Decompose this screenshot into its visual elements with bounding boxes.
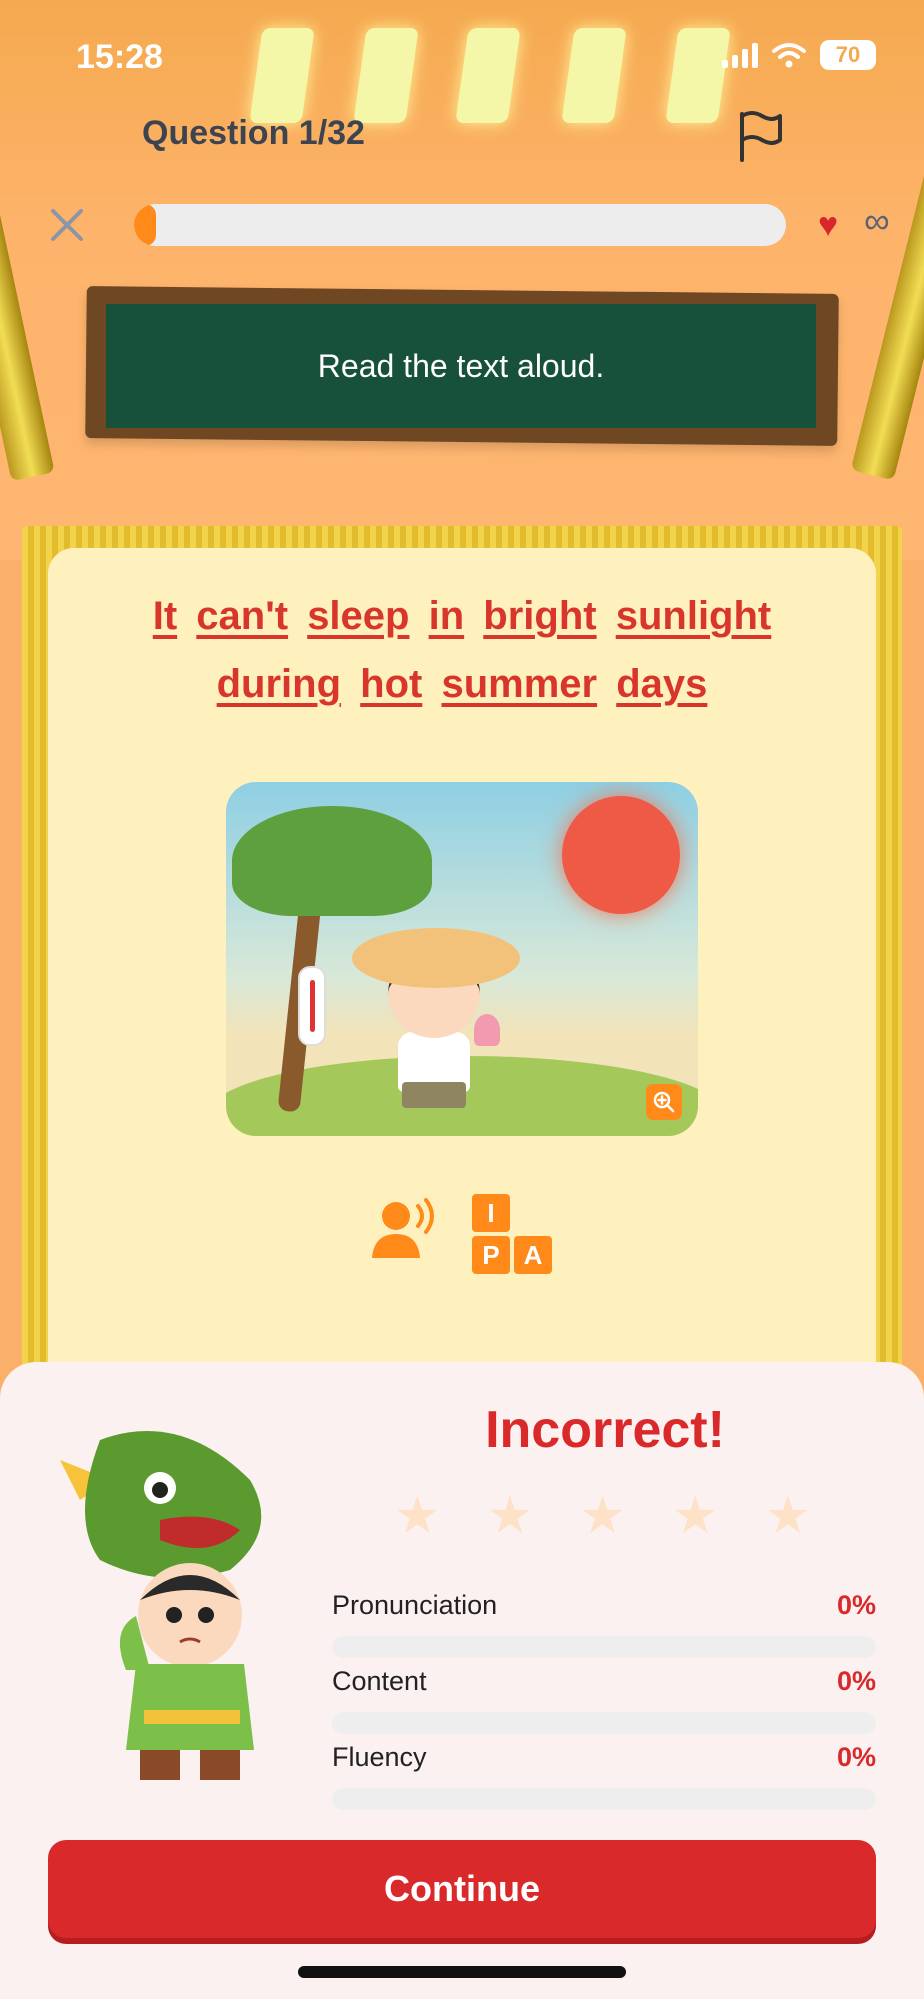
star-icon: ★ [486,1487,534,1545]
boy-shorts-illustration [402,1082,466,1108]
ice-cream-illustration [474,1014,500,1046]
metric-label: Content [332,1666,427,1696]
metric-value: 0% [836,1666,876,1696]
metric-bar [332,1712,876,1734]
dragon-mascot [60,1431,262,1780]
sentence-word[interactable]: sleep [307,594,409,638]
ipa-block: I [472,1194,510,1232]
metric-label: Pronunciation [332,1590,498,1620]
metric-label: Fluency [332,1742,427,1772]
progress-bar [134,204,786,246]
sentence-word[interactable]: during [217,662,341,706]
sentence-word[interactable]: sunlight [616,594,772,638]
straw-hat-illustration [352,928,520,988]
battery-indicator: 70 [820,40,876,70]
sentence-word[interactable]: bright [483,594,596,638]
palm-leaves-illustration [232,806,432,916]
ipa-block: P [472,1236,510,1274]
sentence-word[interactable]: summer [441,662,597,706]
star-rating: ★ ★ ★ ★ ★ [394,1490,811,1542]
wifi-icon [772,43,806,68]
zoom-button[interactable] [646,1084,682,1120]
lives-count: ∞ [864,200,890,241]
status-icons: 70 [722,40,876,70]
sentence-text: It can't sleep in bright sunlight during… [80,582,844,718]
metric-bar [332,1636,876,1658]
heart-icon: ♥ [818,206,839,244]
speaker-icon[interactable] [370,1196,438,1262]
question-counter: Question 1/32 [142,114,365,152]
sentence-word[interactable]: days [616,662,707,706]
sentence-word[interactable]: It [153,594,177,638]
metric-bar [332,1788,876,1810]
status-time: 15:28 [76,38,163,76]
continue-label: Continue [384,1868,540,1909]
signal-icon [722,42,758,68]
zoom-icon [653,1091,675,1113]
instruction-text: Read the text aloud. [317,347,605,384]
ipa-block: A [514,1236,552,1274]
metric-value: 0% [836,1742,876,1772]
flag-icon[interactable] [736,110,784,162]
ipa-icon[interactable]: I P A [470,1194,558,1274]
sun-illustration [562,796,680,914]
sentence-word[interactable]: hot [360,662,422,706]
question-illustration[interactable] [226,782,698,1136]
star-icon: ★ [579,1487,626,1545]
star-icon: ★ [394,1487,441,1545]
instruction-board: Read the text aloud. [106,304,816,428]
close-icon[interactable] [48,206,86,244]
star-icon: ★ [671,1487,719,1545]
home-indicator [298,1966,626,1978]
sentence-word[interactable]: in [429,594,465,638]
sentence-word[interactable]: can't [196,594,288,638]
result-title: Incorrect! [485,1401,725,1459]
thermometer-illustration [298,966,326,1046]
metric-value: 0% [836,1590,876,1620]
continue-button[interactable]: Continue [48,1840,876,1938]
star-icon: ★ [764,1487,812,1545]
